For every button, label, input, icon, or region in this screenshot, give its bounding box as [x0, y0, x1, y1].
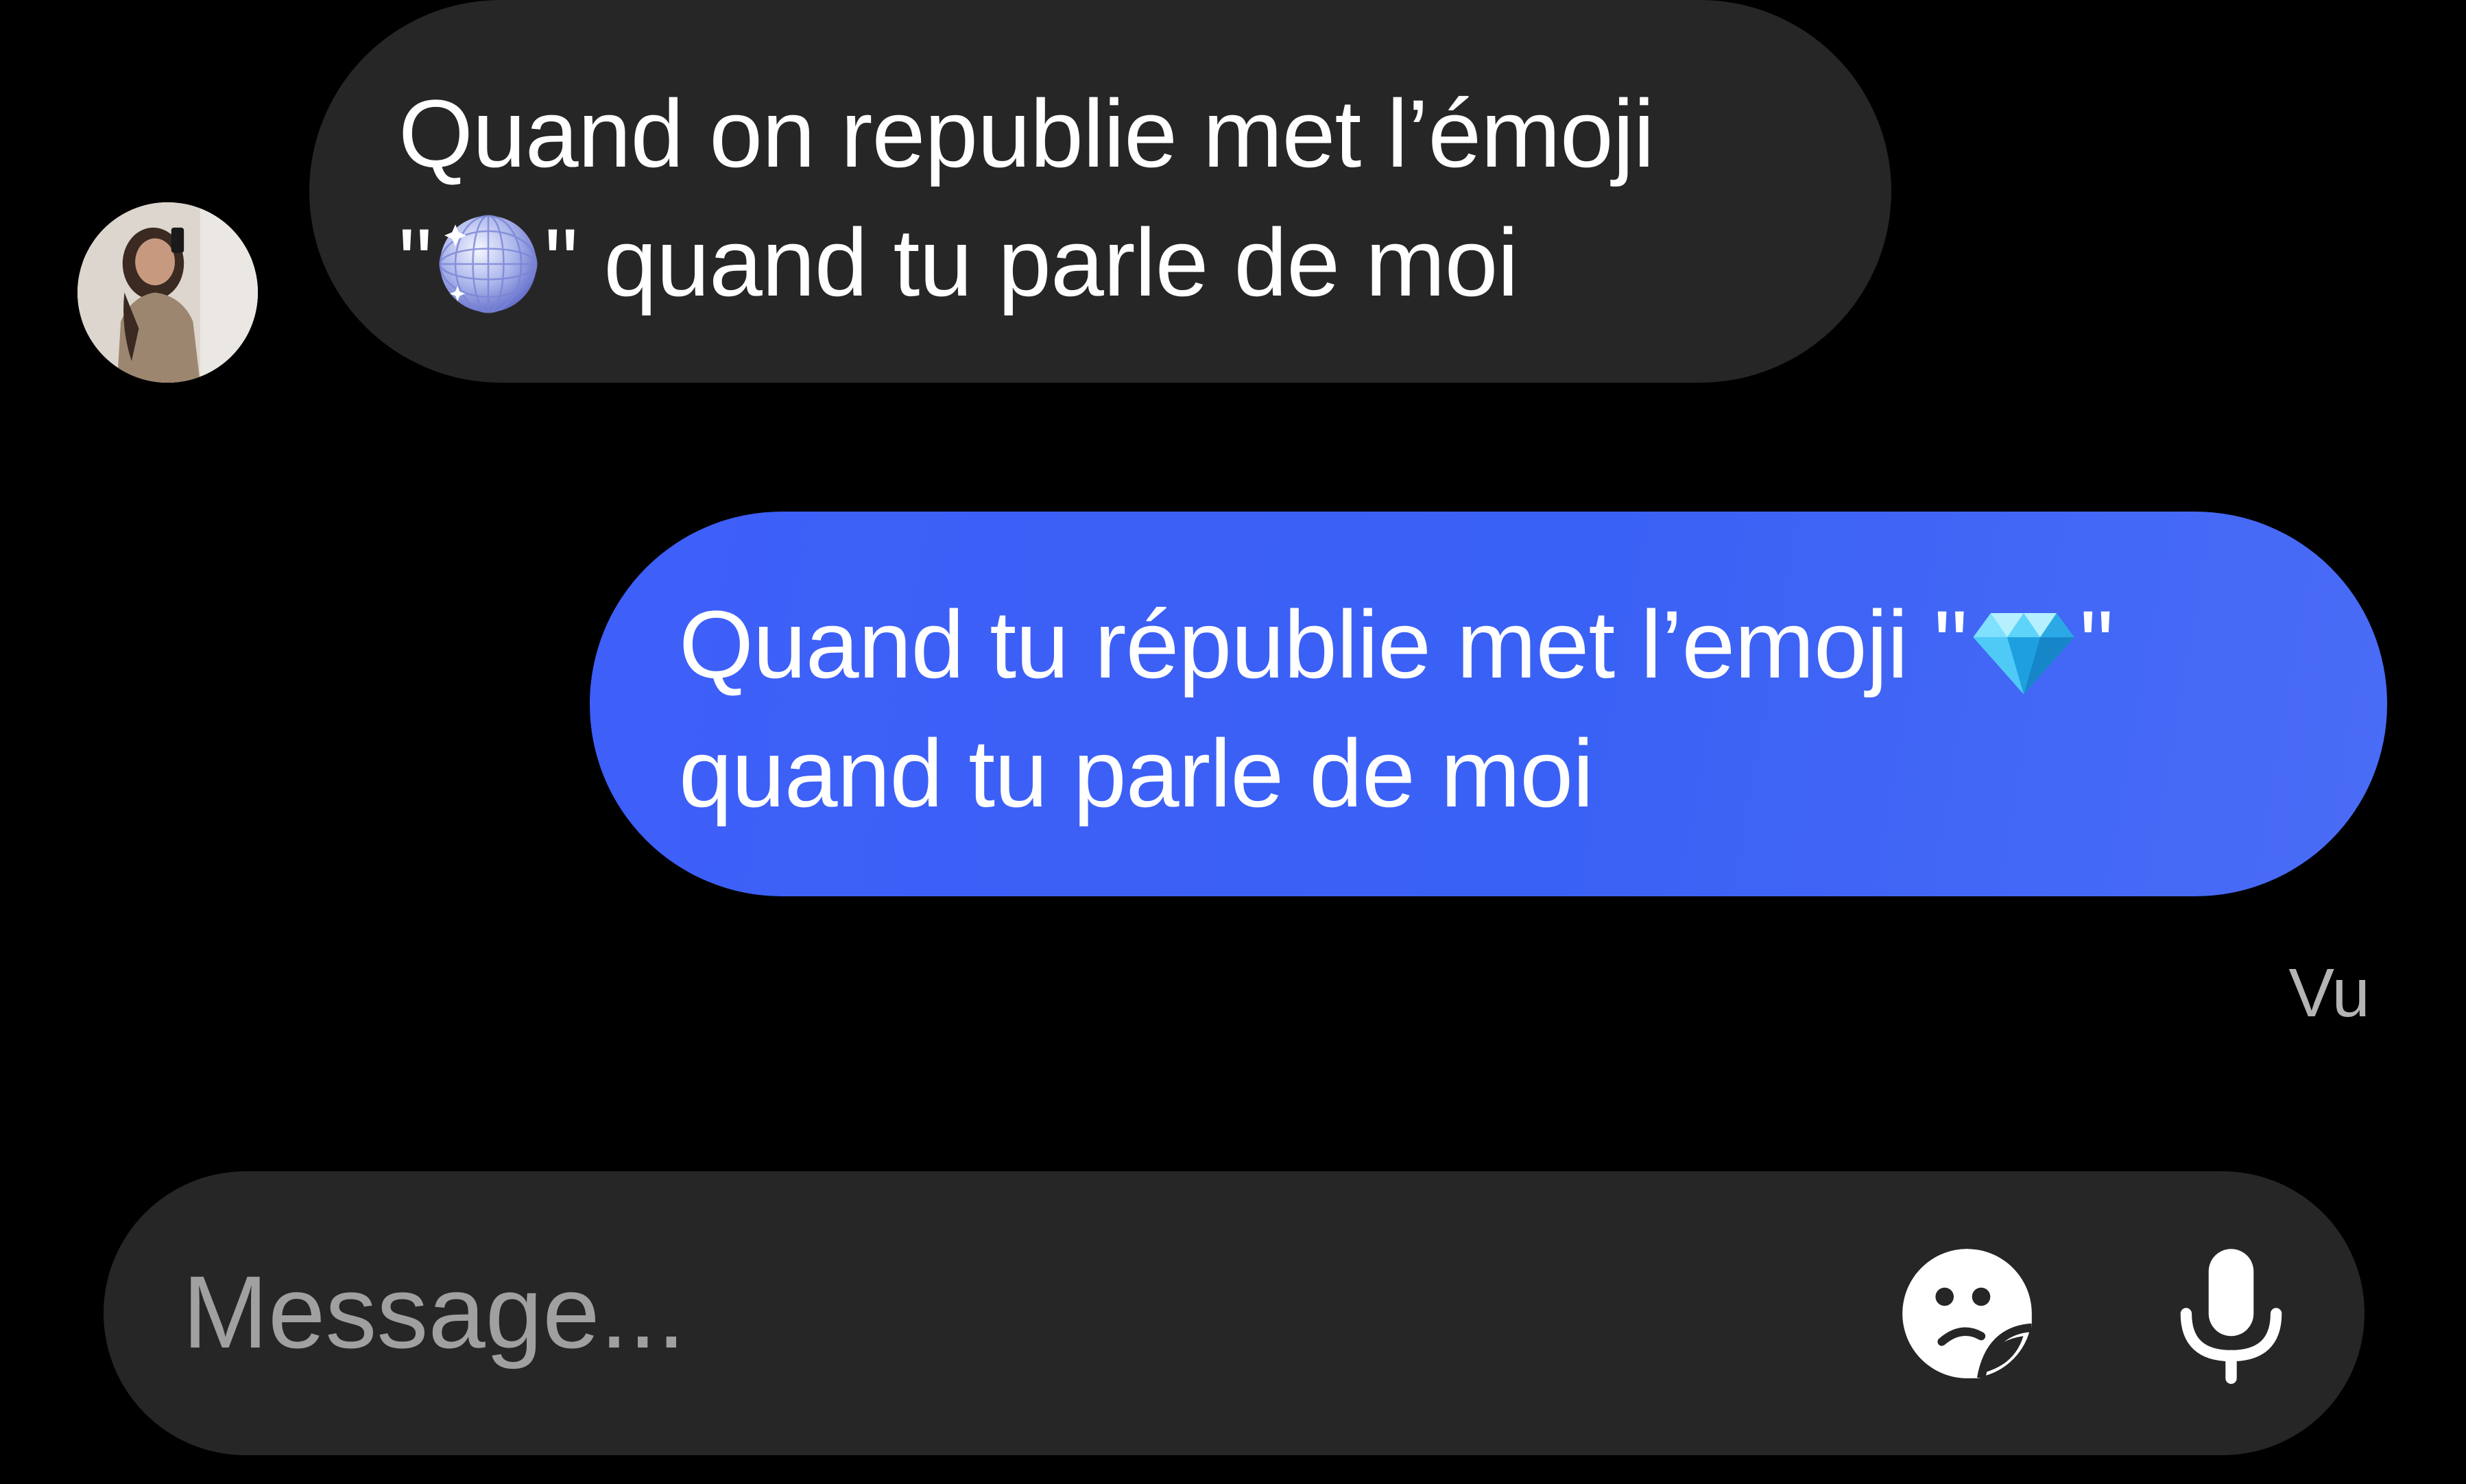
- sticker-button[interactable]: [1897, 1243, 2037, 1384]
- message-composer: [104, 1171, 2365, 1455]
- sticker-icon: [1902, 1249, 2033, 1379]
- incoming-quote-open: ": [398, 208, 433, 316]
- microphone-icon: [2180, 1249, 2282, 1384]
- incoming-message-line-2: " " quand tu parle de moi: [398, 198, 1891, 327]
- incoming-message-bubble[interactable]: Quand on republie met l’émoji " " quand …: [309, 0, 1891, 383]
- contact-avatar[interactable]: [77, 202, 258, 383]
- outgoing-quote-close: ": [2079, 590, 2114, 698]
- outgoing-message-line-1: Quand tu républie met l’emoji " ": [679, 580, 2387, 709]
- microphone-button[interactable]: [2161, 1243, 2301, 1384]
- disco-ball-emoji: [433, 209, 543, 319]
- incoming-message-line-1: Quand on republie met l’émoji: [398, 80, 1655, 187]
- outgoing-message-bubble[interactable]: Quand tu républie met l’emoji " " quand …: [590, 512, 2387, 896]
- incoming-message-tail-text: " quand tu parle de moi: [544, 208, 1519, 316]
- seen-status: Vu: [2288, 955, 2370, 1031]
- outgoing-message-head-text: Quand tu républie met l’emoji ": [679, 590, 1968, 698]
- avatar-photo: [77, 202, 258, 383]
- outgoing-message-line-2: quand tu parle de moi: [679, 719, 1594, 827]
- message-input[interactable]: [182, 1254, 1760, 1370]
- gem-emoji: [1969, 591, 2079, 701]
